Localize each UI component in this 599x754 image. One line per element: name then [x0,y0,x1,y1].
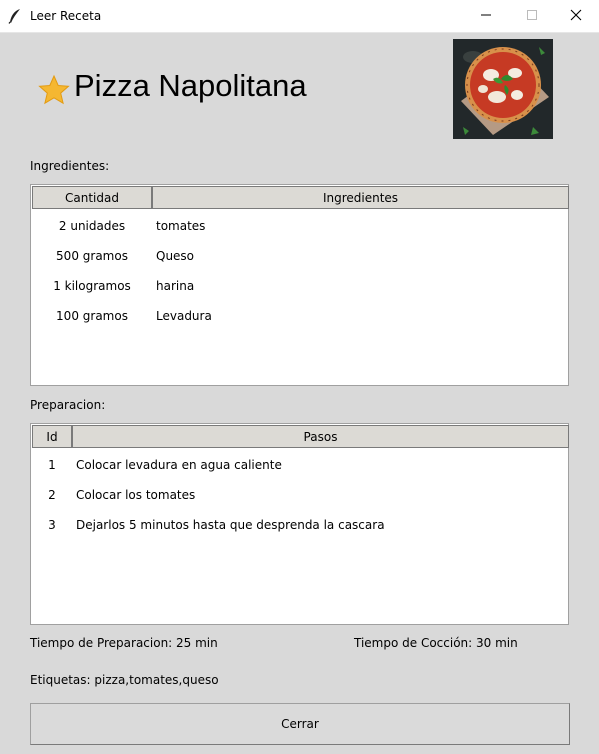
close-window-button[interactable] [553,0,599,32]
minimize-icon [480,9,492,24]
step-id-cell: 3 [48,518,56,532]
ingredient-cell: Queso [156,249,195,263]
close-button[interactable]: Cerrar [30,703,570,745]
table-row[interactable]: 2 Colocar los tomates [32,480,568,510]
prep-time-text: Tiempo de Preparacion: 25 min [30,636,218,650]
table-row[interactable]: 2 unidades tomates [32,211,568,241]
ingredients-table[interactable]: Cantidad Ingredientes 2 unidades tomates… [30,184,569,386]
column-header-id[interactable]: Id [32,425,72,448]
preparation-table[interactable]: Id Pasos 1 Colocar levadura en agua cali… [30,423,569,625]
quantity-cell: 100 gramos [56,309,128,323]
pizza-photo [453,39,553,139]
quantity-cell: 500 gramos [56,249,128,263]
maximize-button[interactable] [509,0,555,32]
table-row[interactable]: 1 Colocar levadura en agua caliente [32,450,568,480]
feather-icon [8,8,22,24]
cook-time-text: Tiempo de Cocción: 30 min [354,636,518,650]
step-cell: Dejarlos 5 minutos hasta que desprenda l… [76,518,385,532]
column-header-pasos[interactable]: Pasos [72,425,569,448]
step-id-cell: 1 [48,458,56,472]
table-row[interactable]: 3 Dejarlos 5 minutos hasta que desprenda… [32,510,568,540]
step-cell: Colocar levadura en agua caliente [76,458,282,472]
recipe-title: Pizza Napolitana [74,68,307,103]
step-cell: Colocar los tomates [76,488,196,502]
star-icon [38,74,70,106]
quantity-cell: 2 unidades [58,219,126,233]
tags-text: Etiquetas: pizza,tomates,queso [30,673,219,687]
table-row[interactable]: 500 gramos Queso [32,241,568,271]
maximize-icon [526,9,538,24]
quantity-cell: 1 kilogramos [53,279,131,293]
recipe-window: Leer Receta Pizza Napolitana Ingrediente… [0,0,599,754]
minimize-button[interactable] [463,0,509,32]
step-id-cell: 2 [48,488,56,502]
column-header-ingredientes[interactable]: Ingredientes [152,186,569,209]
title-bar[interactable]: Leer Receta [0,0,599,33]
preparation-table-header: Id Pasos [32,425,569,448]
table-row[interactable]: 100 gramos Levadura [32,301,568,331]
ingredients-table-header: Cantidad Ingredientes [32,186,569,209]
column-header-cantidad[interactable]: Cantidad [32,186,152,209]
window-title: Leer Receta [30,9,102,23]
ingredient-cell: Levadura [156,309,212,323]
close-icon [570,9,582,24]
preparation-label: Preparacion: [30,398,106,412]
ingredients-label: Ingredientes: [30,159,110,173]
ingredient-cell: tomates [156,219,206,233]
ingredient-cell: harina [156,279,195,293]
table-row[interactable]: 1 kilogramos harina [32,271,568,301]
